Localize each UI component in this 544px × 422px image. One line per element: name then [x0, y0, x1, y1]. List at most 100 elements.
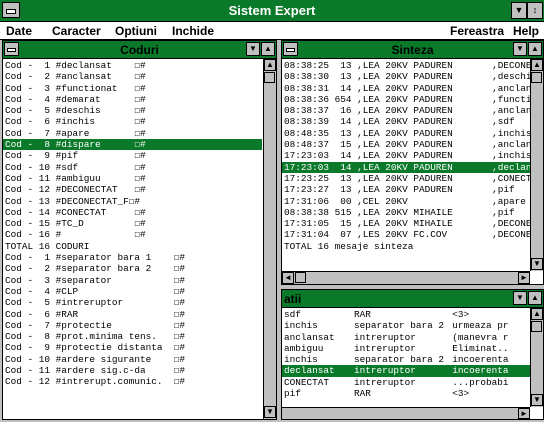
atii-scroll-up-icon[interactable]: ▲: [531, 308, 543, 320]
coduri-row[interactable]: Cod - 6 #inchis ☐#: [3, 116, 262, 127]
coduri-row[interactable]: Cod - 13 #DECONECTAT_F☐#: [3, 196, 262, 207]
coduri-row[interactable]: Cod - 7 #apare ☐#: [3, 128, 262, 139]
atii-scroll-down-icon[interactable]: ▼: [531, 394, 543, 406]
atii-cell: pif: [284, 388, 301, 400]
sinteza-row[interactable]: TOTAL 16 mesaje sinteza: [282, 241, 530, 252]
atii-cell: anclansat: [284, 331, 335, 343]
sinteza-minimize-icon[interactable]: ▼: [513, 42, 527, 56]
menu-help[interactable]: Help: [513, 24, 539, 38]
coduri-minimize-icon[interactable]: ▼: [246, 42, 260, 56]
sinteza-hscroll-thumb[interactable]: [295, 272, 306, 283]
coduri-row[interactable]: Cod - 3 #functionat ☐#: [3, 83, 262, 94]
sinteza-scroll-thumb[interactable]: [531, 72, 542, 83]
coduri-row[interactable]: Cod - 1 #declansat ☐#: [3, 60, 262, 71]
coduri-row[interactable]: Cod - 15 #TC_D ☐#: [3, 218, 262, 229]
atii-hscroll[interactable]: ►: [282, 407, 530, 419]
sinteza-vscroll[interactable]: ▲ ▼: [530, 59, 543, 271]
sinteza-row[interactable]: 17:31:04 07 ,LES 20KV FC.COV ,DECONECTAT: [282, 229, 530, 240]
coduri-row[interactable]: Cod - 5 #deschis ☐#: [3, 105, 262, 116]
atii-list[interactable]: sdf RAR <3> inchis separator bara 2 urmeaza p…: [282, 309, 530, 406]
menu-fereastra[interactable]: Fereastra: [450, 24, 504, 38]
menu-date[interactable]: Date: [6, 24, 32, 38]
restore-icon[interactable]: ↕: [527, 2, 543, 19]
atii-maximize-icon[interactable]: ▲: [528, 291, 542, 305]
coduri-row[interactable]: Cod - 7 #protectie ☐#: [3, 320, 262, 331]
sinteza-row[interactable]: 08:38:25 13 ,LEA 20KV PADUREN ,DECONECTA…: [282, 60, 530, 71]
atii-cell: RAR: [354, 388, 371, 400]
sinteza-row[interactable]: 08:38:37 16 ,LEA 20KV PADUREN ,anclansat: [282, 105, 530, 116]
sinteza-scroll-left-icon[interactable]: ◄: [282, 272, 294, 284]
coduri-row[interactable]: TOTAL 16 CODURI: [3, 241, 262, 252]
coduri-row[interactable]: Cod - 11 #ardere sig.c-da ☐#: [3, 365, 262, 376]
sinteza-row[interactable]: 17:31:06 00 ,CEL 20KV ,apare: [282, 196, 530, 207]
coduri-row[interactable]: Cod - 8 #dispare ☐#: [3, 139, 262, 151]
coduri-scroll-up-icon[interactable]: ▲: [264, 59, 276, 71]
sinteza-row[interactable]: 17:23:03 14 ,LEA 20KV PADUREN ,declansat: [282, 161, 530, 173]
sinteza-scroll-down-icon[interactable]: ▼: [531, 258, 543, 270]
coduri-row[interactable]: Cod - 12 #intrerupt.comunic. ☐#: [3, 376, 262, 387]
coduri-row[interactable]: Cod - 10 #ardere sigurante ☐#: [3, 354, 262, 365]
coduri-row[interactable]: Cod - 4 #CLP ☐#: [3, 286, 262, 297]
coduri-row[interactable]: Cod - 9 #pif ☐#: [3, 150, 262, 161]
sinteza-maximize-icon[interactable]: ▲: [528, 42, 542, 56]
atii-cell: RAR: [354, 309, 371, 320]
app-titlebar: Sistem Expert ▼ ↕: [0, 0, 544, 22]
coduri-row[interactable]: Cod - 1 #separator bara 1 ☐#: [3, 252, 262, 263]
coduri-row[interactable]: Cod - 8 #prot.minima tens. ☐#: [3, 331, 262, 342]
coduri-scroll-down-icon[interactable]: ▼: [264, 406, 276, 418]
coduri-list[interactable]: Cod - 1 #declansat ☐# Cod - 2 #anclansat …: [3, 60, 262, 419]
sinteza-titlebar: Sinteza ▼ ▲: [282, 41, 543, 59]
coduri-vscroll[interactable]: ▲ ▼: [263, 59, 276, 419]
coduri-row[interactable]: Cod - 3 #separator ☐#: [3, 275, 262, 286]
coduri-row[interactable]: Cod - 10 #sdf ☐#: [3, 162, 262, 173]
sinteza-row[interactable]: 08:48:37 15 ,LEA 20KV PADUREN ,anclansat: [282, 139, 530, 150]
sinteza-row[interactable]: 17:23:03 14 ,LEA 20KV PADUREN ,inchis: [282, 150, 530, 161]
atii-row[interactable]: declansat intreruptor incoerenta: [282, 365, 530, 377]
menu-optiuni[interactable]: Optiuni: [115, 24, 157, 38]
sinteza-row[interactable]: 17:23:25 13 ,LEA 20KV PADUREN ,CONECTAT: [282, 173, 530, 184]
atii-row[interactable]: CONECTAT intreruptor ...probabi: [282, 377, 530, 388]
coduri-row[interactable]: Cod - 6 #RAR ☐#: [3, 309, 262, 320]
atii-row[interactable]: inchis separator bara 2 incoerenta: [282, 354, 530, 365]
atii-minimize-icon[interactable]: ▼: [513, 291, 527, 305]
atii-row[interactable]: inchis separator bara 2 urmeaza pr: [282, 320, 530, 331]
sinteza-row[interactable]: 17:23:27 13 ,LEA 20KV PADUREN ,pif: [282, 184, 530, 195]
coduri-scroll-thumb[interactable]: [264, 72, 275, 83]
sinteza-row[interactable]: 08:48:35 13 ,LEA 20KV PADUREN ,inchis: [282, 128, 530, 139]
atii-scroll-right-icon[interactable]: ►: [518, 408, 530, 419]
coduri-row[interactable]: Cod - 2 #anclansat ☐#: [3, 71, 262, 82]
app-title: Sistem Expert: [228, 3, 316, 18]
atii-row[interactable]: sdf RAR <3>: [282, 309, 530, 320]
coduri-row[interactable]: Cod - 16 # ☐#: [3, 229, 262, 240]
atii-cell: (manevra r: [452, 331, 509, 343]
coduri-row[interactable]: Cod - 5 #intreruptor ☐#: [3, 297, 262, 308]
coduri-window: Coduri ▼ ▲ Cod - 1 #declansat ☐# Cod - 2 …: [2, 40, 277, 420]
atii-window: atii ▼ ▲ sdf RAR <3> inchis separator bara 2…: [281, 289, 544, 420]
atii-scroll-thumb[interactable]: [531, 321, 542, 332]
sinteza-row[interactable]: 08:38:30 13 ,LEA 20KV PADUREN ,deschis: [282, 71, 530, 82]
atii-row[interactable]: ambiguu intreruptor Eliminat..: [282, 343, 530, 354]
sinteza-row[interactable]: 17:31:05 15 ,LEA 20KV MIHAILE ,DECONECTA…: [282, 218, 530, 229]
menu-caracter[interactable]: Caracter: [52, 24, 101, 38]
sinteza-scroll-up-icon[interactable]: ▲: [531, 59, 543, 71]
menu-inchide[interactable]: Inchide: [172, 24, 214, 38]
sinteza-list[interactable]: 08:38:25 13 ,LEA 20KV PADUREN ,DECONECTA…: [282, 60, 530, 270]
sinteza-row[interactable]: 08:38:38 515 ,LEA 20KV MIHAILE ,pif: [282, 207, 530, 218]
coduri-maximize-icon[interactable]: ▲: [261, 42, 275, 56]
sinteza-scroll-right-icon[interactable]: ►: [518, 272, 530, 284]
sinteza-row[interactable]: 08:38:36 654 ,LEA 20KV PADUREN ,function…: [282, 94, 530, 105]
coduri-row[interactable]: Cod - 9 #protectie distanta ☐#: [3, 342, 262, 353]
atii-vscroll[interactable]: ▲ ▼: [530, 308, 543, 407]
sinteza-row[interactable]: 08:38:31 14 ,LEA 20KV PADUREN ,anclansat: [282, 83, 530, 94]
coduri-row[interactable]: Cod - 14 #CONECTAT ☐#: [3, 207, 262, 218]
coduri-row[interactable]: Cod - 4 #demarat ☐#: [3, 94, 262, 105]
atii-row[interactable]: pif RAR <3>: [282, 388, 530, 399]
coduri-row[interactable]: Cod - 12 #DECONECTAT ☐#: [3, 184, 262, 195]
atii-row[interactable]: anclansat intreruptor (manevra r: [282, 332, 530, 343]
sinteza-hscroll[interactable]: ◄ ►: [282, 271, 530, 284]
atii-cell: urmeaza pr: [452, 320, 509, 332]
coduri-row[interactable]: Cod - 2 #separator bara 2 ☐#: [3, 263, 262, 274]
coduri-row[interactable]: Cod - 11 #ambiguu ☐#: [3, 173, 262, 184]
minimize-icon[interactable]: ▼: [511, 2, 527, 19]
sinteza-row[interactable]: 08:38:39 14 ,LEA 20KV PADUREN ,sdf: [282, 116, 530, 127]
